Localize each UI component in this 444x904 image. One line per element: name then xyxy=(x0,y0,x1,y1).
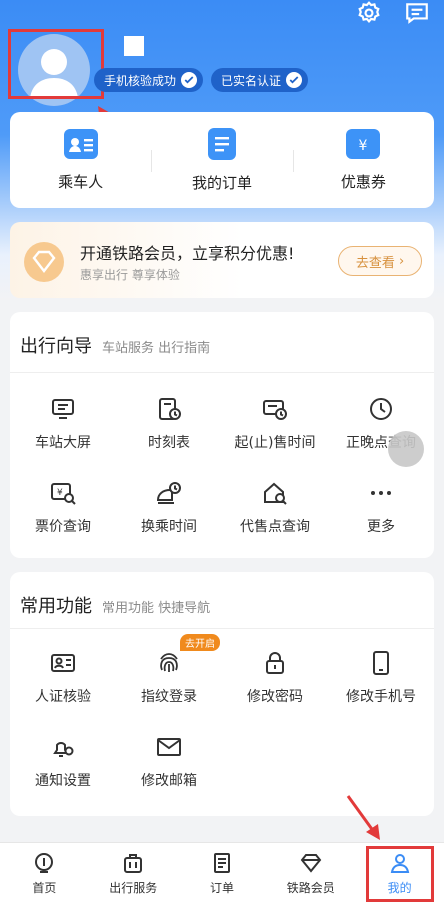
lock-icon xyxy=(266,652,284,674)
grid-item-label: 代售点查询 xyxy=(240,519,310,535)
grid-item-station-screen[interactable]: 车站大屏 xyxy=(10,374,116,458)
grid-item-label: 指纹登录 xyxy=(141,689,197,705)
divider xyxy=(10,372,434,373)
house-search-icon xyxy=(264,482,287,505)
monitor-icon xyxy=(52,399,74,419)
home-icon xyxy=(35,853,54,873)
train-clock-icon xyxy=(156,482,181,504)
common-functions-section: 常用功能 常用功能 快捷导航 人证核验 去开启指纹登录 修改密码 修改手机号 通… xyxy=(10,572,434,816)
quick-links: 乘车人 我的订单 ¥ 优惠券 xyxy=(10,112,434,208)
section-title: 出行向导 xyxy=(20,336,92,357)
fare-search-icon: ¥ xyxy=(51,483,76,505)
grid-item-change-phone[interactable]: 修改手机号 xyxy=(328,628,434,712)
more-dots-icon xyxy=(371,491,391,495)
diamond-icon xyxy=(24,242,64,282)
vip-button-label: 去查看 xyxy=(355,255,395,271)
top-icons xyxy=(356,0,430,26)
quick-link-orders[interactable]: 我的订单 xyxy=(151,112,292,208)
section-title: 常用功能 xyxy=(20,596,92,617)
phone-verified-label: 手机核验成功 xyxy=(104,73,177,88)
common-functions-grid: 人证核验 去开启指纹登录 修改密码 修改手机号 通知设置 修改邮箱 xyxy=(10,628,434,796)
grid-item-more[interactable]: 更多 xyxy=(328,458,434,542)
grid-item-change-password[interactable]: 修改密码 xyxy=(222,628,328,712)
grid-item-fingerprint-login[interactable]: 去开启指纹登录 xyxy=(116,628,222,712)
fingerprint-icon xyxy=(160,653,178,672)
phone-verified-badge: 手机核验成功 xyxy=(94,68,204,92)
grid-item-label: 起(止)售时间 xyxy=(234,435,316,451)
tab-highlight-box xyxy=(366,846,434,902)
tab-label: 出行服务 xyxy=(109,881,158,895)
svg-text:¥: ¥ xyxy=(57,488,63,498)
enable-tag: 去开启 xyxy=(180,634,220,651)
tab-label: 订单 xyxy=(209,881,234,895)
grid-item-label: 车站大屏 xyxy=(35,435,91,451)
grid-item-label: 票价查询 xyxy=(35,519,91,535)
quick-link-passengers[interactable]: 乘车人 xyxy=(10,112,151,208)
grid-item-label: 换乘时间 xyxy=(141,519,197,535)
bell-gear-icon xyxy=(53,742,74,757)
grid-item-change-email[interactable]: 修改邮箱 xyxy=(116,712,222,796)
grid-item-label: 通知设置 xyxy=(35,773,91,789)
quick-link-coupons[interactable]: ¥ 优惠券 xyxy=(292,112,434,208)
section-subtitle: 车站服务 出行指南 xyxy=(102,341,211,356)
mail-icon xyxy=(157,738,181,756)
ticket-clock-icon xyxy=(263,400,287,420)
coupon-icon: ¥ xyxy=(346,128,381,159)
luggage-icon xyxy=(124,854,143,873)
tab-label: 铁路会员 xyxy=(286,881,335,895)
chevron-right-icon: › xyxy=(394,253,405,269)
clock-icon xyxy=(370,398,392,420)
check-icon xyxy=(286,72,303,88)
vip-view-button[interactable]: 去查看 › xyxy=(338,246,422,276)
svg-text:¥: ¥ xyxy=(359,138,368,154)
vip-title: 开通铁路会员，立享积分优惠! xyxy=(80,244,295,263)
diamond-icon xyxy=(300,854,322,873)
username-placeholder xyxy=(124,36,144,56)
order-doc-icon xyxy=(213,853,230,873)
vip-subtitle: 惠享出行 尊享体验 xyxy=(80,268,180,282)
grid-item-label: 更多 xyxy=(367,519,395,535)
grid-item-sale-time[interactable]: 起(止)售时间 xyxy=(222,374,328,458)
realname-verified-badge: 已实名认证 xyxy=(211,68,309,92)
passenger-card-icon xyxy=(63,128,98,159)
vip-banner[interactable]: 开通铁路会员，立享积分优惠! 惠享出行 尊享体验 去查看 › xyxy=(10,222,434,298)
grid-item-agency-query[interactable]: 代售点查询 xyxy=(222,458,328,542)
check-icon xyxy=(181,72,198,88)
grid-item-label: 人证核验 xyxy=(35,689,91,705)
red-arrow-annotation xyxy=(346,795,380,840)
section-subtitle: 常用功能 快捷导航 xyxy=(102,601,211,616)
avatar-highlight-box xyxy=(8,29,104,99)
settings-gear-icon[interactable] xyxy=(356,0,382,26)
grid-item-id-verify[interactable]: 人证核验 xyxy=(10,628,116,712)
tab-home[interactable]: 首页 xyxy=(0,843,89,904)
grid-item-label: 修改密码 xyxy=(247,689,303,705)
tab-railway-membership[interactable]: 铁路会员 xyxy=(266,843,355,904)
grid-item-fare-query[interactable]: ¥ 票价查询 xyxy=(10,458,116,542)
phone-icon xyxy=(373,651,389,675)
id-card-icon xyxy=(51,654,75,672)
order-list-icon xyxy=(207,127,236,160)
message-icon[interactable] xyxy=(404,0,430,26)
quick-link-label: 我的订单 xyxy=(191,173,252,192)
travel-guide-section: 出行向导 车站服务 出行指南 车站大屏 时刻表 起(止)售时间 正晚点查询 ¥ 票… xyxy=(10,312,434,558)
tab-orders[interactable]: 订单 xyxy=(178,843,267,904)
quick-link-label: 优惠券 xyxy=(340,172,386,191)
tab-travel-services[interactable]: 出行服务 xyxy=(89,843,178,904)
grid-item-notification-settings[interactable]: 通知设置 xyxy=(10,712,116,796)
quick-link-label: 乘车人 xyxy=(58,172,104,191)
floating-scroll-handle[interactable] xyxy=(388,431,424,467)
verification-badges: 手机核验成功 已实名认证 xyxy=(94,68,309,92)
grid-item-label: 修改手机号 xyxy=(346,689,416,705)
travel-guide-grid: 车站大屏 时刻表 起(止)售时间 正晚点查询 ¥ 票价查询 换乘时间 代售点查询 … xyxy=(10,374,434,542)
grid-item-timetable[interactable]: 时刻表 xyxy=(116,374,222,458)
timetable-icon xyxy=(159,398,181,420)
grid-item-label: 修改邮箱 xyxy=(141,773,197,789)
realname-verified-label: 已实名认证 xyxy=(221,73,282,88)
grid-item-label: 时刻表 xyxy=(148,435,190,451)
tab-label: 首页 xyxy=(32,881,57,895)
grid-item-transfer-time[interactable]: 换乘时间 xyxy=(116,458,222,542)
